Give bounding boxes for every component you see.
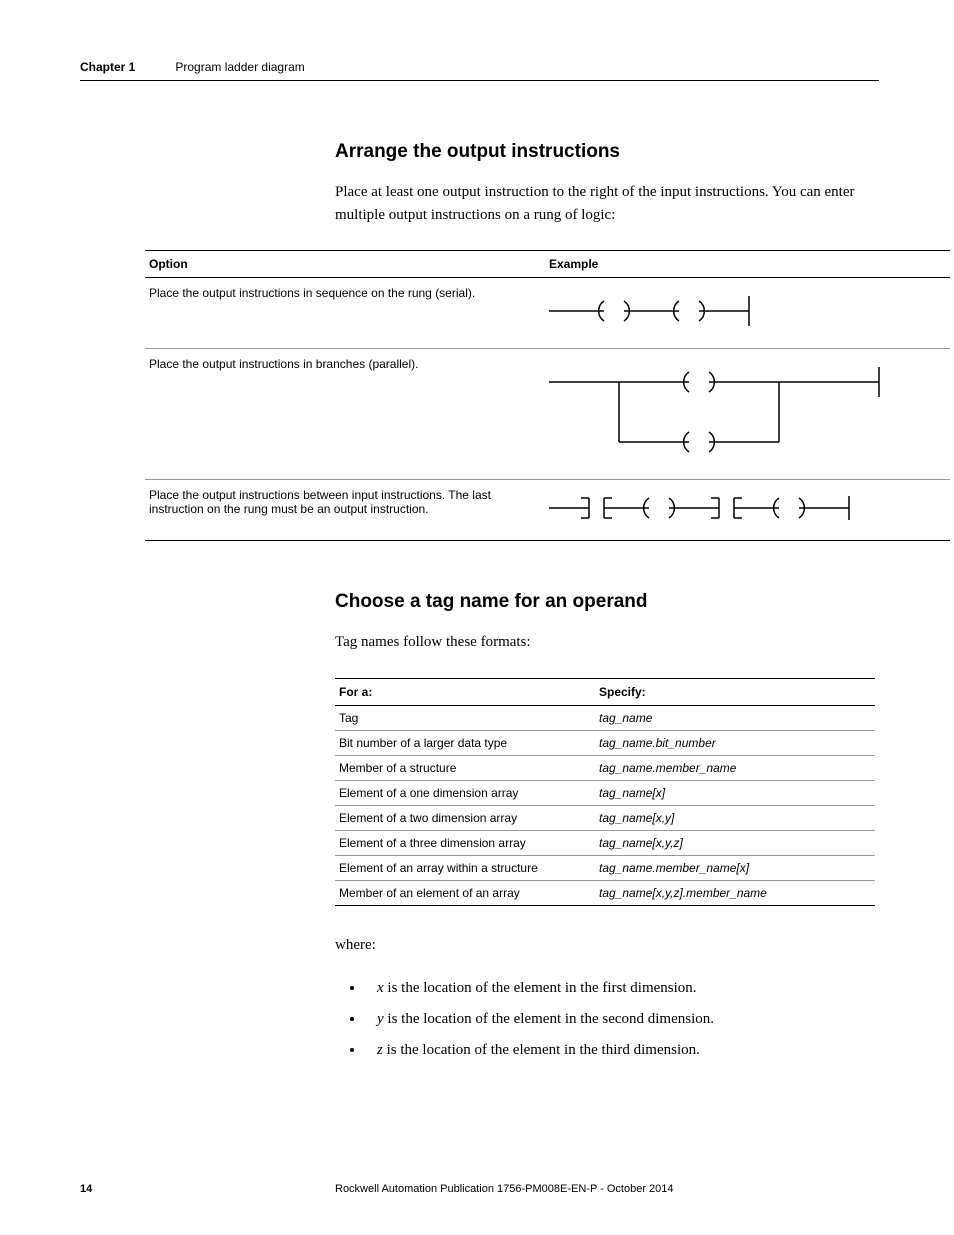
table-row: Element of an array within a structureta… — [335, 855, 875, 880]
table-row: Member of an element of an arraytag_name… — [335, 880, 875, 905]
table-row: Place the output instructions in sequenc… — [145, 278, 950, 349]
table-row: Place the output instructions in branche… — [145, 349, 950, 480]
table-row: Element of a three dimension arraytag_na… — [335, 830, 875, 855]
section-heading-tagname: Choose a tag name for an operand — [335, 591, 879, 613]
table-row: Element of a two dimension arraytag_name… — [335, 805, 875, 830]
section2-intro: Tag names follow these formats: — [335, 631, 879, 654]
table-row: Member of a structuretag_name.member_nam… — [335, 755, 875, 780]
th-specify: Specify: — [595, 678, 875, 705]
section-heading-arrange: Arrange the output instructions — [335, 141, 879, 163]
option-serial: Place the output instructions in sequenc… — [145, 278, 545, 349]
chapter-title: Program ladder diagram — [175, 60, 304, 74]
table-row: Place the output instructions between in… — [145, 480, 950, 541]
tagname-table: For a: Specify: Tagtag_name Bit number o… — [335, 678, 875, 906]
example-parallel-diagram — [545, 349, 950, 480]
page-header: Chapter 1 Program ladder diagram — [80, 60, 879, 81]
example-serial-diagram — [545, 278, 950, 349]
option-parallel: Place the output instructions in branche… — [145, 349, 545, 480]
th-example: Example — [545, 251, 950, 278]
where-bullets: x is the location of the element in the … — [365, 980, 879, 1059]
table-row: Tagtag_name — [335, 705, 875, 730]
bullet-z: z is the location of the element in the … — [365, 1042, 879, 1059]
bullet-x: x is the location of the element in the … — [365, 980, 879, 997]
example-between-diagram — [545, 480, 950, 541]
output-instructions-table: Option Example Place the output instruct… — [145, 250, 950, 541]
publication-id: Rockwell Automation Publication 1756-PM0… — [335, 1183, 674, 1195]
page-number: 14 — [80, 1183, 335, 1195]
where-label: where: — [335, 934, 879, 957]
th-option: Option — [145, 251, 545, 278]
bullet-y: y is the location of the element in the … — [365, 1011, 879, 1028]
option-between: Place the output instructions between in… — [145, 480, 545, 541]
table-row: Bit number of a larger data typetag_name… — [335, 730, 875, 755]
th-for: For a: — [335, 678, 595, 705]
page-footer: 14 Rockwell Automation Publication 1756-… — [80, 1183, 879, 1195]
table-row: Element of a one dimension arraytag_name… — [335, 780, 875, 805]
section1-intro: Place at least one output instruction to… — [335, 181, 879, 226]
chapter-label: Chapter 1 — [80, 60, 135, 74]
